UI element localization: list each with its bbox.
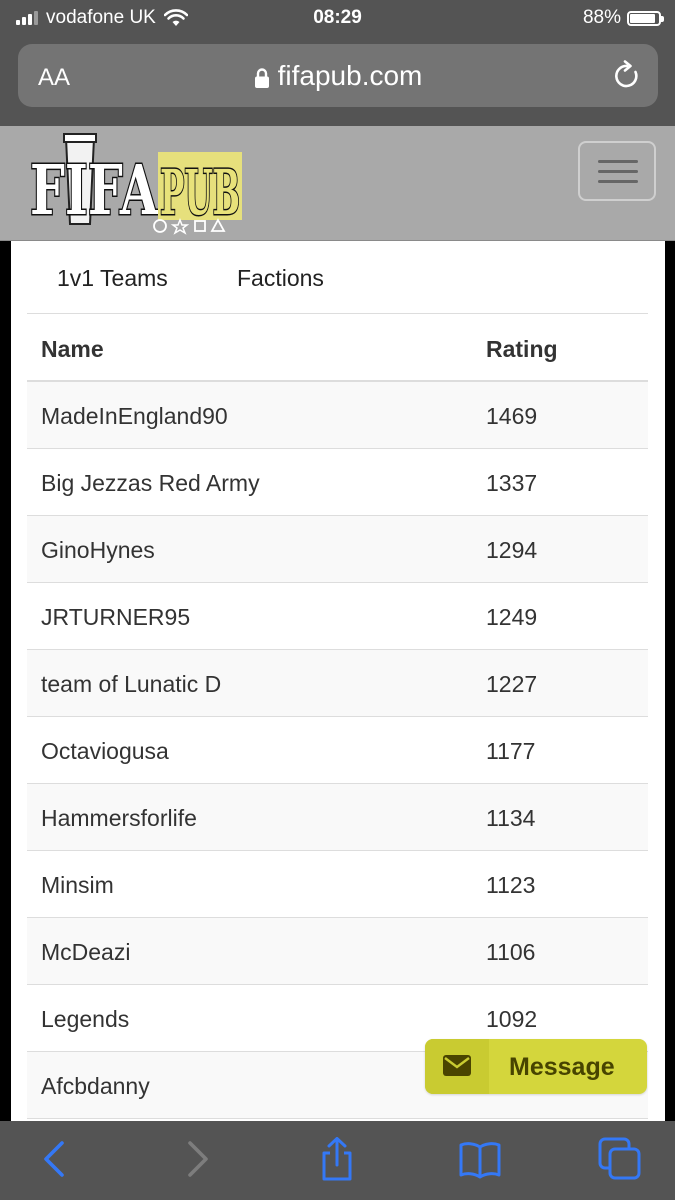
team-rating: 1123: [486, 872, 536, 898]
menu-bar-top: [598, 160, 638, 163]
table-row[interactable]: Octaviogusa 1177: [27, 717, 648, 784]
phone-screen: vodafone UK 08:29 88% AA fifapub.com FIF…: [0, 0, 675, 1200]
team-name[interactable]: Octaviogusa: [41, 738, 169, 765]
table-row[interactable]: GinoHynes 1294: [27, 516, 648, 583]
menu-toggle-button[interactable]: [578, 141, 656, 201]
battery-fill: [630, 13, 655, 23]
message-label: Message: [509, 1053, 615, 1081]
envelope-icon: [443, 1055, 471, 1076]
fifapub-logo[interactable]: FIFA PUB: [28, 132, 243, 236]
team-rating: 1294: [486, 537, 538, 563]
rankings-panel: 1v1 Teams Factions Name Rating MadeInEng…: [11, 241, 665, 1121]
message-button[interactable]: Message: [425, 1039, 647, 1094]
menu-bar-bottom: [598, 180, 638, 183]
table-row[interactable]: Big Jezzas Red Army 1337: [27, 449, 648, 516]
status-bar: vodafone UK 08:29 88%: [0, 0, 675, 38]
status-right: 88%: [582, 7, 664, 29]
team-name[interactable]: Big Jezzas Red Army: [41, 470, 260, 497]
team-name[interactable]: Afcbdanny: [41, 1073, 150, 1100]
menu-bar-middle: [598, 170, 638, 173]
url-text: fifapub.com: [277, 60, 423, 91]
back-icon[interactable]: [34, 1137, 78, 1181]
tabs-icon[interactable]: [598, 1137, 642, 1181]
address-bar[interactable]: AA fifapub.com: [18, 44, 658, 107]
column-header-name[interactable]: Name: [41, 336, 104, 363]
team-name[interactable]: McDeazi: [41, 939, 130, 966]
browser-toolbar-top: AA fifapub.com: [0, 38, 675, 126]
team-rating: 1249: [486, 604, 538, 630]
team-name[interactable]: MadeInEngland90: [41, 403, 228, 430]
url-display[interactable]: fifapub.com: [18, 60, 658, 92]
team-rating: 1177: [486, 738, 536, 764]
battery-percent: 88%: [582, 7, 621, 28]
logo-text-pub: PUB: [160, 156, 240, 229]
tab-factions[interactable]: Factions: [237, 265, 324, 292]
ranking-tabs: 1v1 Teams Factions: [11, 241, 665, 313]
site-header: FIFA PUB: [0, 126, 675, 241]
team-name[interactable]: JRTURNER95: [41, 604, 190, 631]
rankings-table: Name Rating MadeInEngland90 1469 Big Jezz…: [27, 313, 648, 1119]
team-rating: 1092: [486, 1006, 538, 1032]
forward-icon[interactable]: [174, 1137, 218, 1181]
browser-toolbar-bottom: [0, 1121, 675, 1200]
table-row[interactable]: Minsim 1123: [27, 851, 648, 918]
table-row[interactable]: JRTURNER95 1249: [27, 583, 648, 650]
team-rating: 1227: [486, 671, 538, 697]
tab-1v1-teams[interactable]: 1v1 Teams: [57, 265, 168, 292]
team-rating: 1337: [486, 470, 538, 496]
table-row[interactable]: MadeInEngland90 1469: [27, 382, 648, 449]
team-rating: 1134: [486, 805, 536, 831]
team-rating: 1106: [486, 939, 536, 965]
table-row[interactable]: McDeazi 1106: [27, 918, 648, 985]
column-header-rating[interactable]: Rating: [486, 336, 558, 363]
bookmarks-icon[interactable]: [458, 1137, 502, 1181]
team-rating: 1469: [486, 403, 538, 429]
table-header: Name Rating: [27, 313, 648, 382]
team-name[interactable]: GinoHynes: [41, 537, 155, 564]
team-name[interactable]: Hammersforlife: [41, 805, 197, 832]
team-name[interactable]: Minsim: [41, 872, 114, 899]
share-icon[interactable]: [315, 1137, 359, 1181]
message-icon-area: [425, 1039, 489, 1094]
team-name[interactable]: team of Lunatic D: [41, 671, 221, 698]
table-row[interactable]: team of Lunatic D 1227: [27, 650, 648, 717]
clock: 08:29: [313, 7, 362, 28]
lock-icon: [254, 67, 269, 88]
logo-text-fifa: FIFA: [30, 151, 159, 231]
battery-icon: [627, 10, 664, 26]
reload-icon[interactable]: [612, 60, 642, 92]
table-row[interactable]: Hammersforlife 1134: [27, 784, 648, 851]
table-body: MadeInEngland90 1469 Big Jezzas Red Army 1…: [27, 382, 648, 1119]
team-name[interactable]: Legends: [41, 1006, 129, 1033]
